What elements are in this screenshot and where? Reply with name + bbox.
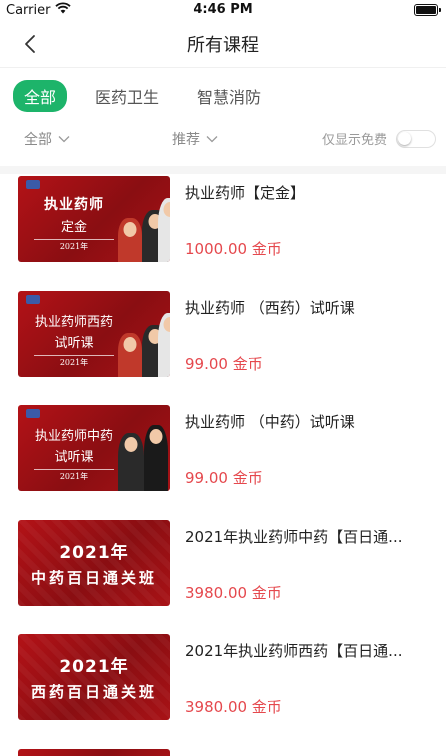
- thumbnail-text: 执业药师 定金 2021年: [24, 194, 124, 252]
- course-thumbnail[interactable]: 2021年 中药百日通关班: [18, 519, 170, 606]
- thumbnail-year: 2021年: [34, 354, 114, 368]
- thumbnail-year: 2021年: [34, 469, 114, 482]
- battery-icon: [414, 4, 441, 16]
- course-list: 执业药师 定金 2021年 执业药师【定金】 1000.00 金币 执业药师西药…: [0, 170, 446, 756]
- course-item[interactable]: 执业药师 定金 2021年 执业药师【定金】 1000.00 金币: [0, 170, 446, 285]
- thumbnail-line2: 试听课: [54, 450, 94, 465]
- toggle-knob: [398, 131, 411, 145]
- thumbnail-line2: 中药百日通关班: [30, 568, 157, 587]
- tab-smart-fire[interactable]: 智慧消防: [197, 84, 261, 108]
- course-price: 99.00 金币: [185, 354, 263, 373]
- free-only-label: 仅显示免费: [321, 133, 387, 148]
- logo-icon: [26, 294, 40, 304]
- thumbnail-line1: 执业药师: [44, 197, 104, 213]
- thumbnail-year: 2021年: [34, 239, 114, 252]
- teacher-portrait: [118, 218, 142, 262]
- status-time: 4:46 PM: [193, 2, 253, 17]
- thumbnail-text: 2021年 西药百日通关班: [18, 634, 170, 720]
- course-price: 3980.00 金币: [185, 583, 282, 602]
- filter-all-dropdown[interactable]: 全部: [24, 129, 70, 149]
- chevron-down-icon: [58, 136, 70, 143]
- course-item[interactable]: 执业药师中药 试听课 2021年 执业药师 （中药）试听课 99.00 金币: [0, 399, 446, 514]
- filter-bar: 全部 推荐 仅显示免费: [0, 124, 446, 154]
- filter-all-label: 全部: [24, 132, 52, 148]
- course-thumbnail[interactable]: 2021年 西药百日通关班: [18, 634, 170, 720]
- teacher-portrait: [158, 312, 170, 377]
- sort-label: 推荐: [172, 132, 200, 148]
- chevron-down-icon: [206, 136, 218, 143]
- logo-icon: [26, 409, 40, 418]
- thumbnail-line1: 2021年: [59, 542, 129, 563]
- category-tabs: 全部 医药卫生 智慧消防: [0, 68, 446, 124]
- thumbnail-line2: 定金: [60, 220, 87, 235]
- thumbnail-text: 2021年 中药百日通关班: [18, 520, 170, 606]
- thumbnail-line1: 2021年: [59, 657, 129, 677]
- page-title: 所有课程: [187, 34, 259, 56]
- course-thumbnail[interactable]: 执业药师 定金 2021年: [18, 176, 170, 262]
- tab-all[interactable]: 全部: [13, 80, 68, 112]
- course-thumbnail[interactable]: 执业药师中药 试听课 2021年: [18, 405, 170, 491]
- course-price: 3980.00 金币: [185, 698, 282, 716]
- course-title[interactable]: 执业药师【定金】: [185, 182, 425, 203]
- course-price: 99.00 金币: [185, 469, 263, 487]
- course-item[interactable]: 2021年 西药百日通关班 2021年执业药师西药【百日通... 3980.00…: [0, 628, 446, 743]
- status-bar: Carrier 4:46 PM: [0, 0, 446, 20]
- course-item[interactable]: 2021年 中药百日通关班 2021年执业药师中药【百日通... 3980.00…: [0, 514, 446, 629]
- course-title[interactable]: 2021年执业药师西药【百日通...: [185, 640, 425, 661]
- course-title[interactable]: 执业药师 （西药）试听课: [185, 297, 425, 318]
- chevron-left-icon: [25, 35, 35, 53]
- thumbnail-text: 执业药师中药 试听课 2021年: [24, 423, 124, 482]
- course-item[interactable]: 执业药师西药 试听课 2021年 执业药师 （西药）试听课 99.00 金币: [0, 285, 446, 400]
- thumbnail-line1: 执业药师西药: [34, 314, 113, 330]
- teacher-portrait: [144, 425, 168, 491]
- course-title[interactable]: 执业药师 （中药）试听课: [185, 411, 425, 432]
- free-only-toggle[interactable]: [396, 129, 436, 148]
- free-only-filter: 仅显示免费: [322, 129, 436, 148]
- tab-medicine-health[interactable]: 医药卫生: [95, 84, 159, 108]
- course-price: 1000.00 金币: [185, 240, 282, 258]
- teacher-portrait: [118, 433, 144, 491]
- teacher-portrait: [118, 332, 142, 377]
- logo-icon: [26, 180, 40, 189]
- thumbnail-text: 执业药师西药 试听课 2021年: [24, 309, 124, 368]
- sort-dropdown[interactable]: 推荐: [172, 129, 218, 149]
- teacher-portrait: [158, 198, 170, 262]
- course-item-partial[interactable]: [0, 743, 446, 756]
- course-thumbnail[interactable]: [18, 748, 170, 756]
- course-thumbnail[interactable]: 执业药师西药 试听课 2021年: [18, 290, 170, 377]
- course-title[interactable]: 2021年执业药师中药【百日通...: [185, 526, 425, 547]
- back-button[interactable]: [18, 32, 42, 56]
- nav-bar: 所有课程: [0, 20, 446, 68]
- thumbnail-line2: 西药百日通关班: [30, 683, 157, 701]
- thumbnail-line1: 执业药师中药: [34, 429, 113, 444]
- thumbnail-line2: 试听课: [54, 335, 94, 351]
